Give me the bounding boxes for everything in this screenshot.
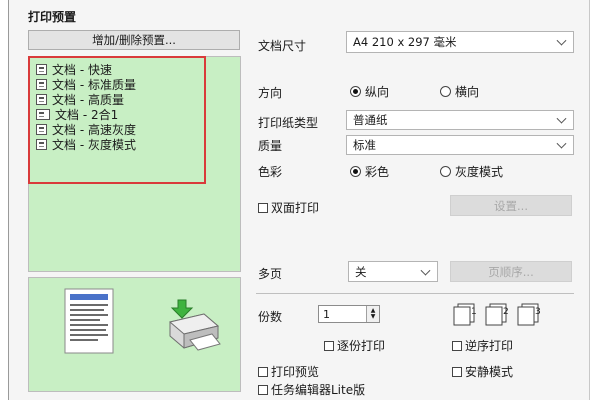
quiet-mode-checkbox[interactable]: 安静模式 — [452, 363, 513, 380]
two-up-icon — [36, 109, 50, 120]
paper-type-select[interactable]: 普通纸 — [346, 110, 574, 130]
doc-size-select[interactable]: A4 210 x 297 毫米 — [346, 31, 574, 53]
quality-value: 标准 — [353, 138, 376, 152]
radio-unselected-icon — [440, 86, 451, 97]
preset-list: 文档 - 快速 文档 - 标准质量 文档 - 高质量 文档 - 2合1 文档 -… — [36, 62, 196, 152]
svg-text:1: 1 — [471, 307, 477, 317]
stepper-arrows-icon[interactable]: ▲ ▼ — [366, 306, 379, 322]
chevron-down-icon — [556, 35, 567, 46]
page-order-button[interactable]: 页顺序... — [450, 261, 572, 282]
paper-type-label: 打印纸类型 — [258, 116, 319, 130]
single-page-icon — [36, 124, 47, 135]
preset-section-title: 打印预置 — [28, 10, 77, 24]
single-page-icon — [36, 139, 47, 150]
reverse-order-checkbox[interactable]: 逆序打印 — [452, 337, 513, 354]
quality-label: 质量 — [258, 139, 283, 153]
radio-selected-icon — [350, 86, 361, 97]
doc-size-value: A4 210 x 297 毫米 — [353, 35, 457, 49]
orientation-label: 方向 — [258, 86, 283, 100]
radio-selected-icon — [350, 166, 361, 177]
separator — [256, 293, 574, 294]
svg-text:3: 3 — [535, 307, 541, 317]
checkbox-box — [452, 366, 462, 377]
paper-type-value: 普通纸 — [353, 113, 388, 127]
chevron-down-icon — [556, 113, 567, 124]
add-delete-preset-button[interactable]: 增加/删除预置... — [28, 30, 240, 50]
multipage-label: 多页 — [258, 267, 283, 281]
print-preview-checkbox[interactable]: 打印预览 — [258, 363, 319, 380]
color-mode-color-radio[interactable]: 彩色 — [350, 163, 389, 180]
orientation-landscape-radio[interactable]: 横向 — [440, 83, 479, 100]
document-preview-icon — [64, 288, 114, 354]
multipage-select[interactable]: 关 — [348, 261, 438, 282]
chevron-down-icon — [420, 265, 431, 276]
copies-value: 1 — [323, 307, 330, 321]
doc-size-label: 文档尺寸 — [258, 39, 307, 53]
preset-item-grayscale[interactable]: 文档 - 灰度模式 — [36, 137, 196, 152]
single-page-icon — [36, 79, 47, 90]
preset-item-fast[interactable]: 文档 - 快速 — [36, 62, 196, 77]
duplex-settings-button[interactable]: 设置... — [450, 195, 572, 216]
preset-item-high-quality[interactable]: 文档 - 高质量 — [36, 92, 196, 107]
chevron-down-icon — [556, 138, 567, 149]
orientation-portrait-radio[interactable]: 纵向 — [350, 83, 389, 100]
printer-icon — [160, 292, 224, 356]
checkbox-box — [258, 384, 268, 395]
preset-item-standard[interactable]: 文档 - 标准质量 — [36, 77, 196, 92]
multipage-value: 关 — [355, 264, 367, 279]
single-page-icon — [36, 64, 47, 75]
checkbox-box — [324, 340, 334, 351]
checkbox-box — [452, 340, 462, 351]
checkbox-box — [258, 202, 268, 213]
single-page-icon — [36, 94, 47, 105]
collate-checkbox[interactable]: 逐份打印 — [324, 337, 385, 354]
preset-item-fast-grayscale[interactable]: 文档 - 高速灰度 — [36, 122, 196, 137]
job-arranger-checkbox[interactable]: 任务编辑器Lite版 — [258, 381, 365, 398]
collate-preview-icon: 1 2 3 — [450, 302, 570, 328]
svg-text:2: 2 — [503, 307, 509, 317]
color-mode-grayscale-radio[interactable]: 灰度模式 — [440, 163, 503, 180]
copies-label: 份数 — [258, 310, 283, 324]
copies-stepper[interactable]: 1 ▲ ▼ — [318, 305, 380, 323]
radio-unselected-icon — [440, 166, 451, 177]
preset-item-2in1[interactable]: 文档 - 2合1 — [36, 107, 196, 122]
duplex-checkbox[interactable]: 双面打印 — [258, 199, 319, 216]
quality-select[interactable]: 标准 — [346, 135, 574, 155]
color-label: 色彩 — [258, 165, 283, 179]
checkbox-box — [258, 366, 268, 377]
